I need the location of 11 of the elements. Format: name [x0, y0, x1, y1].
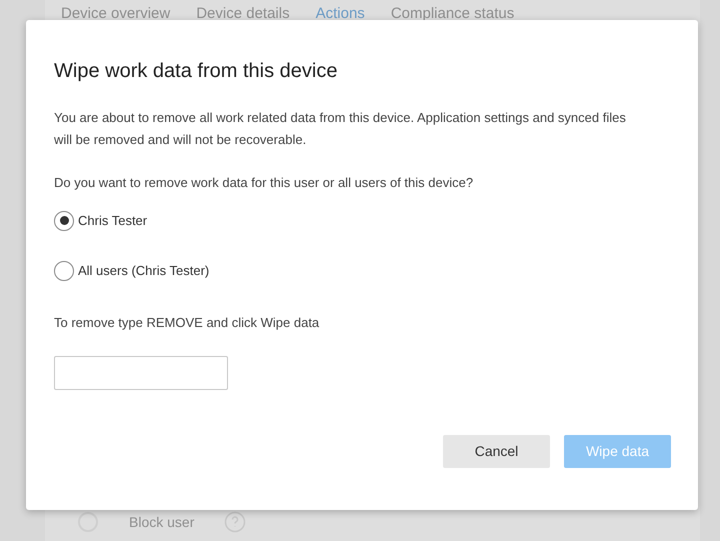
dialog-question: Do you want to remove work data for this user or all users of this device? — [54, 174, 474, 192]
cancel-button[interactable]: Cancel — [443, 435, 550, 468]
dialog-message: You are about to remove all work related data from this device. Application settings and synced files will be removed and will not be recoverable. — [54, 109, 627, 149]
radio-option[interactable]: Chris Tester — [54, 210, 670, 230]
confirm-input-field[interactable] — [54, 356, 228, 390]
radio-option[interactable]: All users (Chris Tester) — [54, 260, 670, 280]
dialog-title: Wipe work data from this device — [54, 59, 338, 84]
confirm-instruction: To remove type REMOVE and click Wipe data — [54, 314, 320, 332]
radio-button[interactable] — [54, 210, 74, 230]
block-user-label[interactable]: Block user — [129, 512, 194, 532]
radio-button[interactable] — [54, 260, 74, 280]
